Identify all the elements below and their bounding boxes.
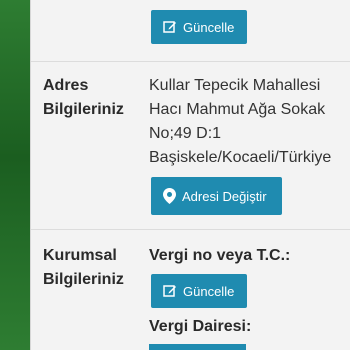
address-label: Adres Bilgileriniz (43, 77, 124, 118)
background-green-edge (0, 0, 30, 350)
change-address-button[interactable]: Adresi Değiştir (151, 177, 282, 215)
tax-office-label: Vergi Dairesi: (149, 318, 252, 335)
corporate-label: Kurumsal Bilgileriniz (43, 247, 124, 288)
address-line: Hacı Mahmut Ağa Sokak (149, 101, 326, 118)
update-corporate-label: Güncelle (183, 283, 235, 299)
tax-office-field-edge[interactable] (149, 344, 246, 350)
edit-icon (163, 285, 176, 297)
map-marker-icon (163, 188, 176, 204)
edit-icon (163, 21, 176, 33)
change-address-label: Adresi Değiştir (182, 188, 267, 204)
account-info-panel: Güncelle Adres Bilgileriniz Kullar Tepec… (30, 0, 350, 350)
address-line: No;49 D:1 (149, 125, 222, 142)
address-line: Kullar Tepecik Mahallesi (149, 77, 321, 94)
top-row: Güncelle (31, 0, 350, 62)
address-line: Başiskele/Kocaeli/Türkiye (149, 149, 332, 166)
update-button-label: Güncelle (183, 19, 235, 35)
update-corporate-button[interactable]: Güncelle (151, 274, 247, 308)
address-text: Kullar Tepecik Mahallesi Hacı Mahmut Ağa… (149, 74, 350, 170)
address-row: Adres Bilgileriniz Kullar Tepecik Mahall… (31, 62, 350, 230)
corporate-row: Kurumsal Bilgileriniz Vergi no veya T.C.… (31, 230, 350, 350)
tax-no-label: Vergi no veya T.C.: (149, 247, 291, 264)
update-button-top[interactable]: Güncelle (151, 10, 247, 44)
